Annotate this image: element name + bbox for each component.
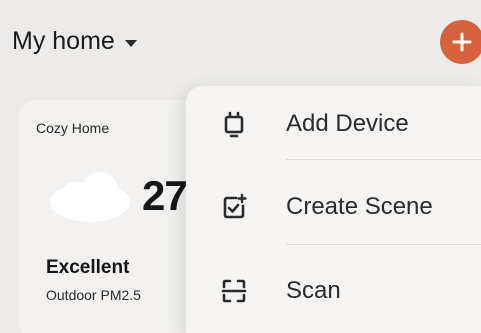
menu-item-scan[interactable]: Scan: [186, 262, 481, 320]
card-title: Cozy Home: [36, 120, 110, 136]
divider: [286, 159, 481, 160]
add-button[interactable]: [440, 20, 481, 64]
menu-item-label: Scan: [286, 277, 341, 304]
menu-item-label: Add Device: [286, 110, 409, 137]
caret-down-icon: [124, 39, 137, 47]
add-menu: Add Device Create Scene Scan: [186, 86, 481, 333]
device-icon: [218, 108, 250, 140]
scan-icon: [218, 275, 250, 307]
cloud-icon: [50, 172, 130, 222]
home-name: My home: [12, 27, 115, 55]
header: My home: [0, 0, 481, 90]
divider: [286, 244, 481, 245]
temperature-value: 27: [142, 172, 188, 219]
menu-item-label: Create Scene: [286, 193, 433, 220]
menu-item-create-scene[interactable]: Create Scene: [186, 178, 481, 236]
menu-item-add-device[interactable]: Add Device: [186, 95, 481, 153]
air-quality-label: Outdoor PM2.5: [46, 287, 141, 303]
home-selector[interactable]: My home: [12, 27, 137, 56]
plus-icon: [452, 32, 472, 52]
scene-icon: [218, 191, 250, 223]
air-quality-status: Excellent: [46, 257, 130, 278]
